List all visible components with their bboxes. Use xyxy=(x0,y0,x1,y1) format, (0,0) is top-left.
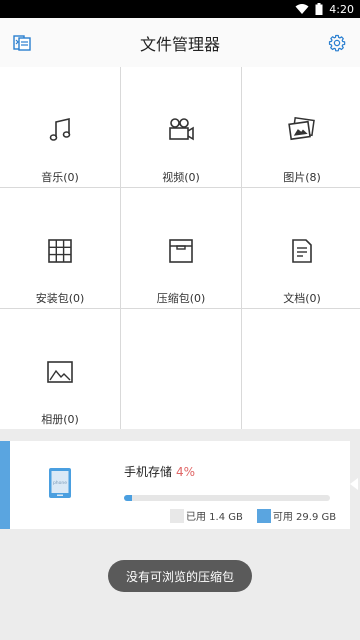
category-archives[interactable]: 压缩包(0) xyxy=(121,188,241,308)
storage-title: 手机存储 4% xyxy=(124,463,195,480)
toast-message: 没有可浏览的压缩包 xyxy=(108,560,252,592)
app-bar: 文件管理器 xyxy=(0,18,360,68)
legend-used: 已用 1.4 GB xyxy=(170,508,243,523)
switch-view-button[interactable] xyxy=(10,30,36,56)
category-label: 图片(8) xyxy=(283,171,321,184)
category-documents[interactable]: 文档(0) xyxy=(242,188,360,308)
empty-cell xyxy=(242,309,360,429)
empty-cell xyxy=(121,309,241,429)
phone-icon-text: phone xyxy=(53,480,67,486)
music-note-icon xyxy=(49,117,71,141)
legend-available: 可用 29.9 GB xyxy=(256,508,337,523)
legend-used-label: 已用 1.4 GB xyxy=(186,512,243,523)
category-music[interactable]: 音乐(0) xyxy=(0,67,120,187)
category-video[interactable]: 视频(0) xyxy=(121,67,241,187)
legend-used-swatch xyxy=(170,508,184,523)
category-album[interactable]: 相册(0) xyxy=(0,309,120,429)
video-camera-icon xyxy=(169,118,194,141)
pictures-icon xyxy=(288,117,315,141)
storage-name: 手机存储 xyxy=(124,465,173,479)
category-packages[interactable]: 安装包(0) xyxy=(0,188,120,308)
category-label: 压缩包(0) xyxy=(156,292,206,305)
status-time: 4:20 xyxy=(329,2,354,16)
phone-icon: phone xyxy=(49,468,71,498)
category-label: 音乐(0) xyxy=(41,171,79,184)
category-label: 安装包(0) xyxy=(35,292,85,305)
archive-box-icon xyxy=(169,239,193,263)
document-icon xyxy=(292,239,312,263)
album-icon xyxy=(47,361,73,383)
side-drawer-arrow-icon[interactable] xyxy=(350,478,358,490)
legend-available-swatch xyxy=(256,508,271,523)
category-label: 视频(0) xyxy=(162,171,200,184)
storage-usage-fill xyxy=(124,495,133,501)
category-pictures[interactable]: 图片(8) xyxy=(242,67,360,187)
status-bar: 4:20 xyxy=(0,0,360,18)
storage-percent: 4% xyxy=(176,465,196,479)
category-grid: 音乐(0) 视频(0) 图片(8) 安装包(0) 压缩包(0) 文档(0) 相册… xyxy=(0,67,360,429)
switch-view-icon xyxy=(13,34,31,51)
category-label: 相册(0) xyxy=(41,413,79,426)
legend-available-label: 可用 29.9 GB xyxy=(272,512,337,523)
phone-storage-card[interactable]: phone 手机存储 4% 已用 1.4 GB 可用 29.9 GB xyxy=(0,441,350,529)
gear-icon xyxy=(328,34,346,51)
settings-button[interactable] xyxy=(324,30,350,56)
page-title: 文件管理器 xyxy=(139,34,220,54)
category-label: 文档(0) xyxy=(283,292,321,305)
storage-usage-bar xyxy=(124,495,330,501)
package-grid-icon xyxy=(48,239,72,263)
storage-legend: 已用 1.4 GB 可用 29.9 GB xyxy=(170,508,336,523)
wifi-icon xyxy=(295,4,309,14)
battery-icon xyxy=(315,3,323,15)
